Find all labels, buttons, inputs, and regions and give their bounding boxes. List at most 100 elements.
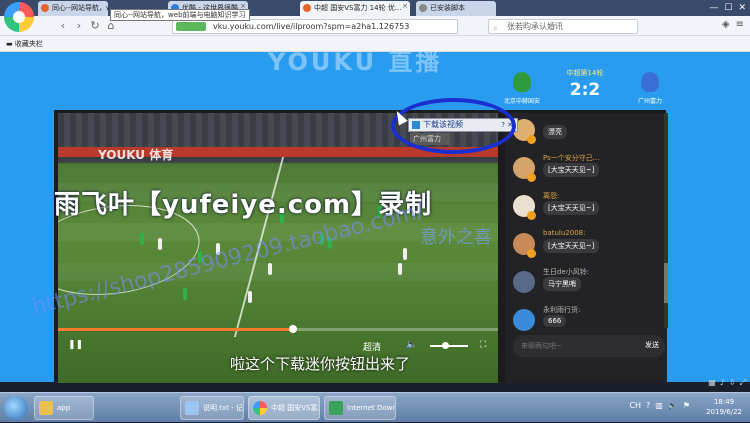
clock-time: 18:49 — [713, 398, 735, 406]
clock-date: 2019/6/22 — [706, 408, 742, 416]
chat-text: 666 — [543, 315, 567, 327]
chat-username[interactable]: 永利雨行货: — [543, 305, 580, 315]
progress-knob[interactable] — [288, 325, 297, 333]
taskbar-label: app — [57, 404, 71, 412]
bookmarks-bar: ▬ 收藏夹栏 — [0, 36, 750, 52]
menu-icon[interactable]: ≡ — [736, 19, 744, 30]
chat-message: batulu2008: [大宝天天见~] — [513, 229, 663, 269]
site-icon — [41, 4, 49, 12]
address-text: vku.youku.com/live/ilproom?spm=a2ha1.126… — [213, 22, 410, 31]
minimize-icon[interactable]: — — [709, 3, 718, 13]
close-icon[interactable]: × — [402, 2, 408, 10]
level-badge-icon — [527, 249, 536, 258]
player-dot — [248, 291, 252, 303]
player-dot — [268, 263, 272, 275]
grid-icon[interactable]: ▦ — [708, 378, 716, 388]
chat-message: Ps一个安分守己... [大宝天天见~] — [513, 153, 663, 193]
chat-username[interactable]: batulu2008: — [543, 229, 585, 237]
fullscreen-icon[interactable]: ⛶ — [480, 340, 486, 350]
tab-tooltip: 同心--网站导航，web前端与电脑知识学习 — [110, 9, 250, 21]
security-icon — [176, 22, 206, 31]
forward-icon[interactable]: › — [72, 19, 86, 33]
chat-text: [大宝天天见~] — [543, 163, 600, 177]
taskbar-item-notepad[interactable]: 说明.txt - 记事本 — [180, 396, 244, 420]
chat-username[interactable]: 离怨: — [543, 191, 559, 201]
extension-icon[interactable]: ◈ — [722, 19, 730, 30]
chat-username[interactable]: Ps一个安分守己... — [543, 153, 599, 163]
help-circle-icon[interactable]: ? — [646, 401, 650, 410]
home-icon[interactable]: ⌂ — [104, 19, 118, 33]
match-round: 中超第14轮 — [566, 69, 604, 77]
youku-sports-logo: YOUKU 体育 — [98, 148, 174, 162]
chat-input[interactable] — [519, 339, 619, 353]
browser-icon — [253, 401, 267, 415]
level-badge-icon — [527, 173, 536, 182]
sound-icon[interactable]: ♪ — [720, 378, 725, 388]
refresh-icon[interactable]: ↻ — [88, 19, 102, 33]
banner-decoration: YOUKU 直播 — [268, 52, 443, 76]
toolbar-actions: ◈ ≡ — [722, 19, 744, 30]
level-badge-icon — [527, 135, 536, 144]
flag-icon[interactable]: ⚑ — [683, 401, 690, 410]
idm-icon — [329, 401, 343, 415]
close-window-icon[interactable]: ✕ — [738, 3, 746, 13]
script-icon — [419, 4, 427, 12]
network-icon[interactable]: ▥ — [655, 401, 663, 410]
pause-icon[interactable]: ❚❚ — [68, 340, 83, 350]
browser-logo-icon[interactable] — [4, 2, 34, 32]
search-placeholder: 张若昀承认婚讯 — [507, 22, 563, 31]
folder-icon — [39, 401, 53, 415]
volume-slider[interactable] — [430, 342, 468, 349]
chat-message: 离怨: [大宝天天见~] — [513, 191, 663, 231]
away-team-logo — [641, 72, 659, 92]
tab-tongxin[interactable]: 同心--网站导航，web前端与... — [38, 1, 108, 16]
bookmarks-label[interactable]: 收藏夹栏 — [15, 40, 43, 48]
tab-label: 已安装脚本 — [430, 4, 465, 12]
chat-text: 漂亮 — [543, 125, 567, 139]
download-icon[interactable]: ⇩ — [729, 378, 736, 388]
level-badge-icon — [527, 211, 536, 220]
youku-icon — [303, 4, 311, 12]
notepad-icon — [185, 401, 199, 415]
volume-tray-icon[interactable]: 🔈 — [668, 401, 678, 410]
chat-text: 马宁黑哨 — [543, 277, 581, 291]
watermark-secondary: 意外之喜 — [420, 227, 492, 248]
home-team-name: 北京中赫国安 — [503, 98, 540, 105]
home-team-logo — [513, 72, 531, 92]
chat-input-box: 发送 — [513, 335, 665, 357]
taskbar-item-idm[interactable]: Internet Downlo... — [324, 396, 396, 420]
tray-icons: CH ? ▥ 🔈 ⚑ — [629, 401, 690, 410]
maximize-icon[interactable]: ☐ — [724, 3, 732, 13]
volume-knob[interactable] — [442, 342, 449, 349]
back-icon[interactable]: ‹ — [56, 19, 70, 33]
tab-scripts[interactable]: 已安装脚本 — [416, 1, 496, 16]
search-icon: ⌕ — [493, 24, 498, 33]
video-progress-bar[interactable] — [58, 325, 498, 333]
tab-label: 中超 国安VS富力 14轮 优... — [314, 4, 402, 12]
system-clock[interactable]: 18:49 2019/6/22 — [706, 397, 742, 417]
chat-username[interactable]: 生日de小风铃: — [543, 267, 589, 277]
search-input[interactable]: ⌕ 张若昀承认婚讯 — [488, 19, 638, 34]
taskbar-label: Internet Downlo... — [347, 404, 396, 412]
quality-selector[interactable]: 超清 — [363, 340, 381, 353]
chat-message: 漂亮 — [513, 115, 663, 155]
avatar — [513, 271, 535, 293]
start-button-icon[interactable] — [4, 396, 28, 420]
scrollbar-thumb[interactable] — [664, 263, 668, 303]
match-score: 2:2 — [569, 80, 601, 100]
tab-live-match[interactable]: 中超 国安VS富力 14轮 优... × — [300, 1, 410, 16]
taskbar-item-browser[interactable]: 中超 国安VS富力... — [248, 396, 320, 420]
highlight-circle — [391, 98, 516, 154]
expand-icon[interactable]: ⤢ — [740, 378, 746, 388]
taskbar-item-app[interactable]: app — [34, 396, 94, 420]
folder-icon: ▬ — [6, 40, 13, 48]
volume-icon[interactable]: 🔈 — [406, 340, 417, 350]
address-bar[interactable]: vku.youku.com/live/ilproom?spm=a2ha1.126… — [172, 19, 458, 34]
send-button[interactable]: 发送 — [645, 340, 659, 350]
language-indicator[interactable]: CH — [629, 401, 641, 410]
chat-scrollbar[interactable] — [664, 113, 668, 328]
taskbar-label: 说明.txt - 记事本 — [203, 404, 243, 412]
player-dot — [403, 248, 407, 260]
chat-message: 生日de小风铃: 马宁黑哨 — [513, 267, 663, 307]
player-dot — [158, 238, 162, 250]
